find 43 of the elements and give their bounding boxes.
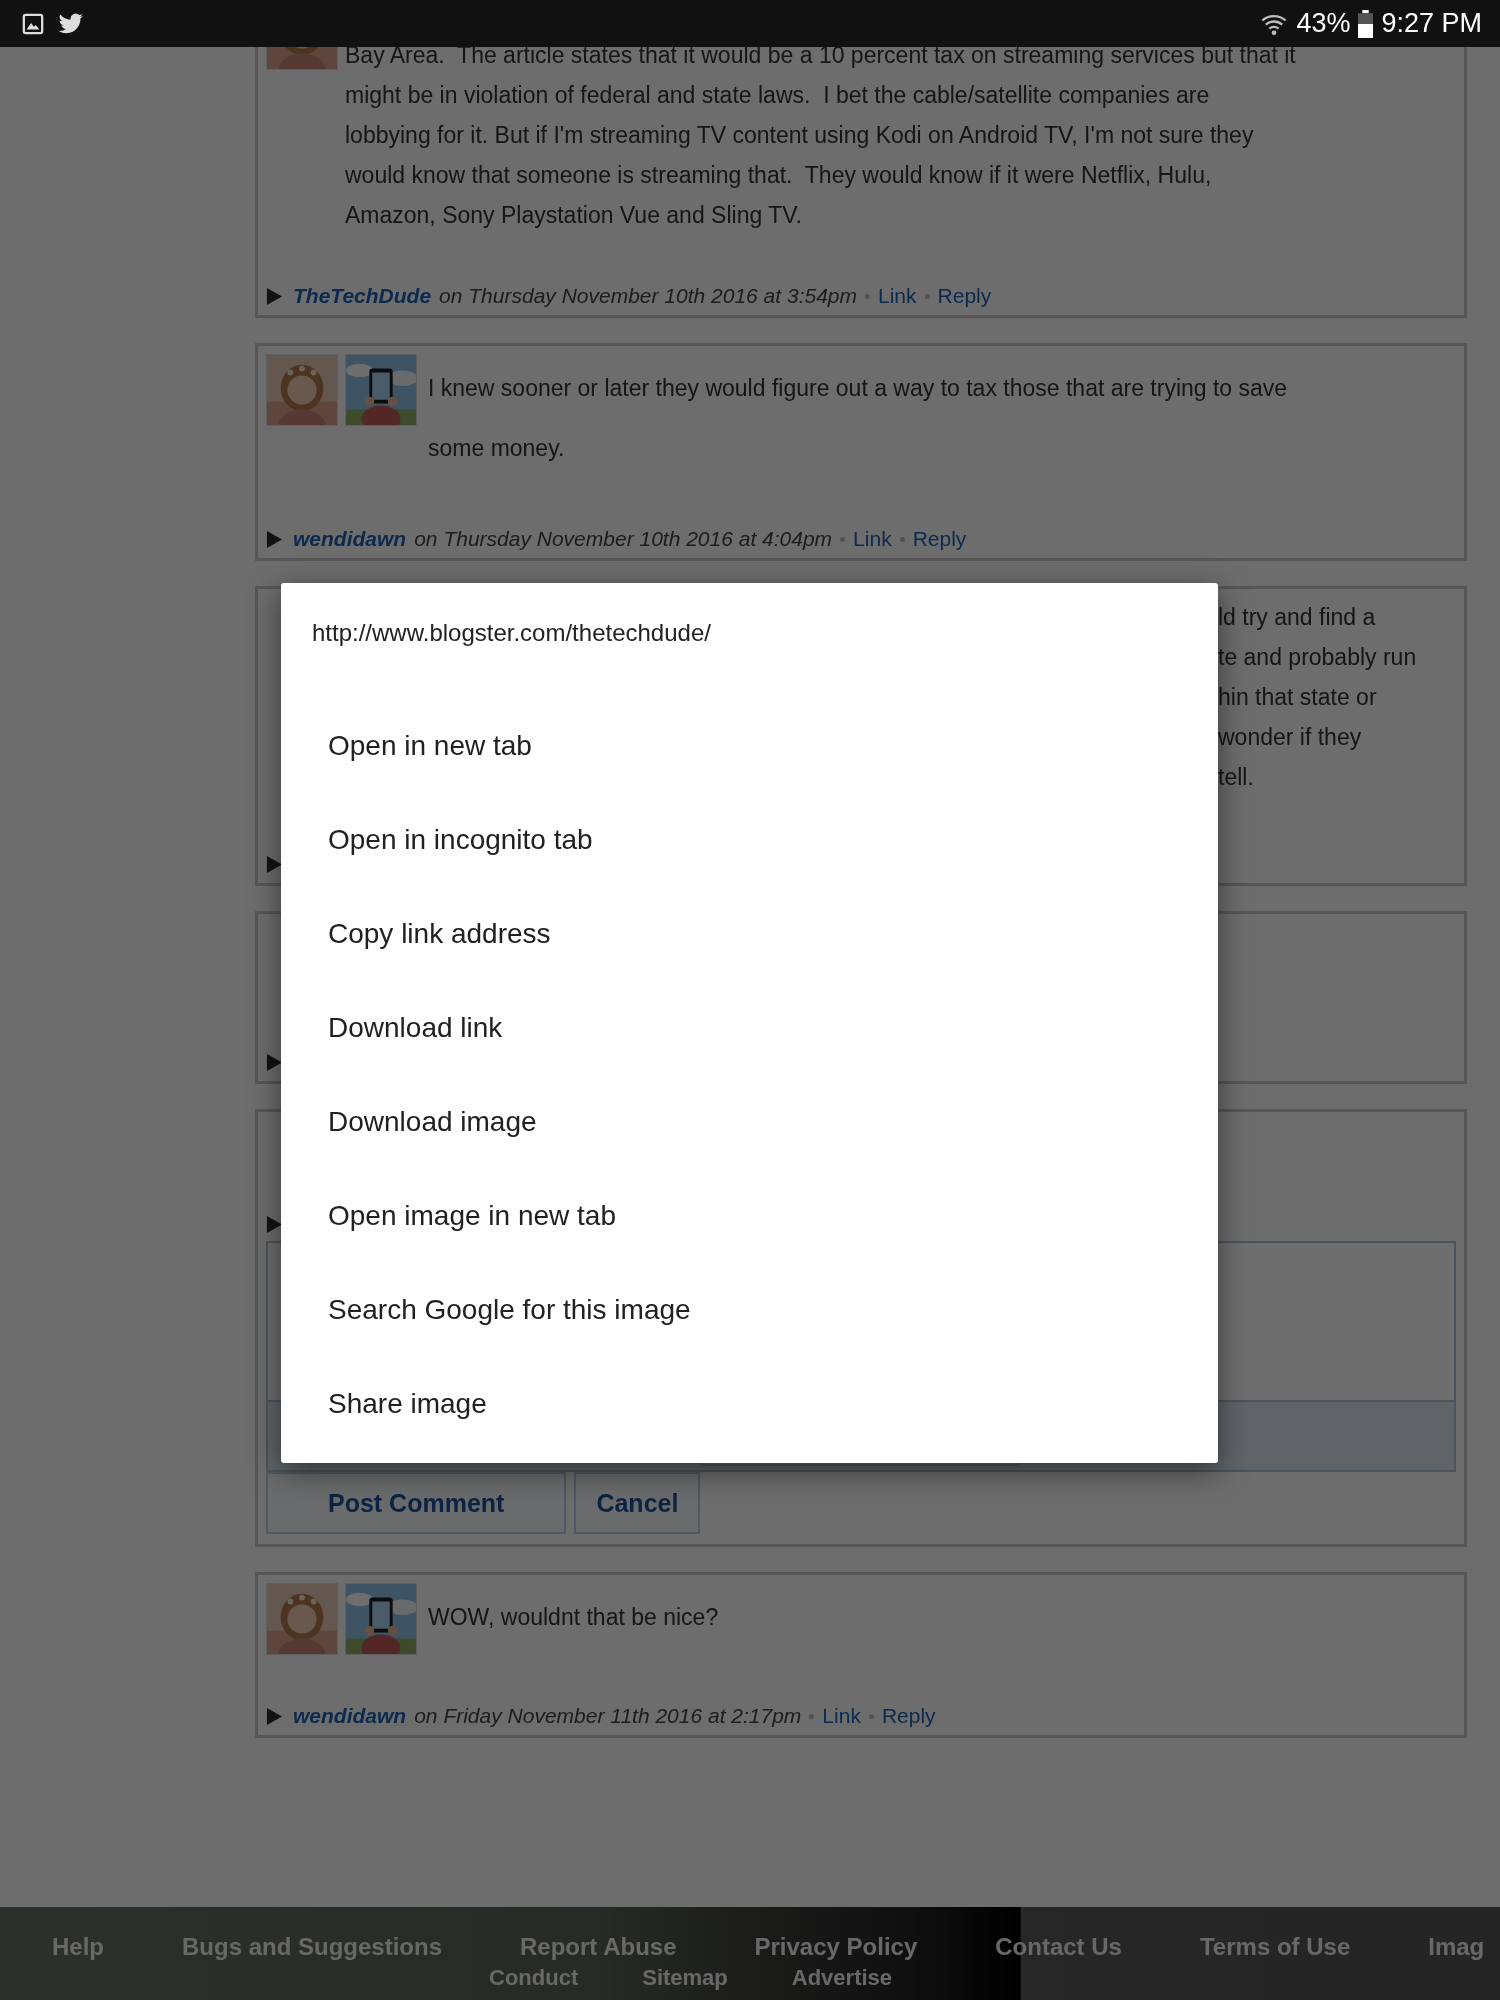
menu-item[interactable]: Open image in new tab	[281, 1169, 1218, 1263]
comment-date: on Thursday November 10th 2016 at 3:54pm	[439, 284, 857, 308]
battery-percent: 43%	[1296, 8, 1351, 39]
post-comment-button[interactable]: Post Comment	[266, 1472, 567, 1534]
expand-arrow-icon[interactable]	[266, 1052, 283, 1072]
menu-item[interactable]: Copy link address	[281, 887, 1218, 981]
footer-link[interactable]: Terms of Use	[1199, 1933, 1351, 1961]
footer-link[interactable]: Contact Us	[995, 1933, 1122, 1961]
expand-arrow-icon[interactable]	[266, 1214, 283, 1234]
comment-text: WOW, wouldnt that be nice?	[428, 1603, 720, 1632]
expand-arrow-icon[interactable]	[266, 854, 283, 874]
comment-date: on Thursday November 10th 2016 at 4:04pm	[414, 527, 833, 551]
link-url: http://www.blogster.com/thetechdude/	[311, 618, 712, 648]
footer-link[interactable]: Advertise	[791, 1965, 893, 1991]
permalink[interactable]: Link	[822, 1704, 861, 1728]
permalink[interactable]: Link	[853, 527, 892, 551]
menu-item[interactable]: Search Google for this image	[281, 1263, 1218, 1357]
reply-link[interactable]: Reply	[912, 527, 967, 551]
comment-date: on Friday November 11th 2016 at 2:17pm	[414, 1704, 802, 1728]
menu-item[interactable]: Open in new tab	[281, 699, 1218, 793]
footer-link[interactable]: Sitemap	[642, 1965, 728, 1991]
menu-item[interactable]: Share image	[281, 1357, 1218, 1451]
battery-icon	[1358, 9, 1374, 38]
permalink[interactable]: Link	[878, 284, 917, 308]
footer-link[interactable]: Imag	[1428, 1933, 1485, 1961]
comment-text: Bay Area. The article states that it would be a 10 percent tax on streaming services but that it might be in violation of federal and state laws. I bet the cable/satellite companies are lobbying for it. But if I'm streaming TV content using Kodi on Android TV, I'm not sure they would know that someone is streaming that. They would know if it were Netflix, Hulu, Amazon, Sony Playstation Vue and Sling TV.	[345, 47, 1297, 230]
author-link[interactable]: TheTechDude	[293, 284, 432, 308]
author-link[interactable]: wendidawn	[293, 527, 407, 551]
clock: 9:27 PM	[1381, 8, 1482, 39]
footer-link[interactable]: Bugs and Suggestions	[182, 1933, 443, 1961]
comment-text: I knew sooner or later they would figure out a way to tax those that are trying to save some money.	[428, 374, 1289, 463]
bird-icon	[58, 12, 84, 35]
footer-link[interactable]: Conduct	[489, 1965, 579, 1991]
footer-link[interactable]: Privacy Policy	[754, 1933, 918, 1961]
reply-link[interactable]: Reply	[937, 284, 992, 308]
reply-link[interactable]: Reply	[881, 1704, 936, 1728]
comment-text: ld try and find a te and probably run hin that state or wonder if they tell.	[1218, 603, 1418, 792]
menu-item[interactable]: Download link	[281, 981, 1218, 1075]
author-link[interactable]: wendidawn	[293, 1704, 407, 1728]
menu-item[interactable]: Open in incognito tab	[281, 793, 1218, 887]
footer-link[interactable]: Report Abuse	[520, 1933, 677, 1961]
menu-item[interactable]: Download image	[281, 1075, 1218, 1169]
cancel-button[interactable]: Cancel	[574, 1472, 701, 1534]
